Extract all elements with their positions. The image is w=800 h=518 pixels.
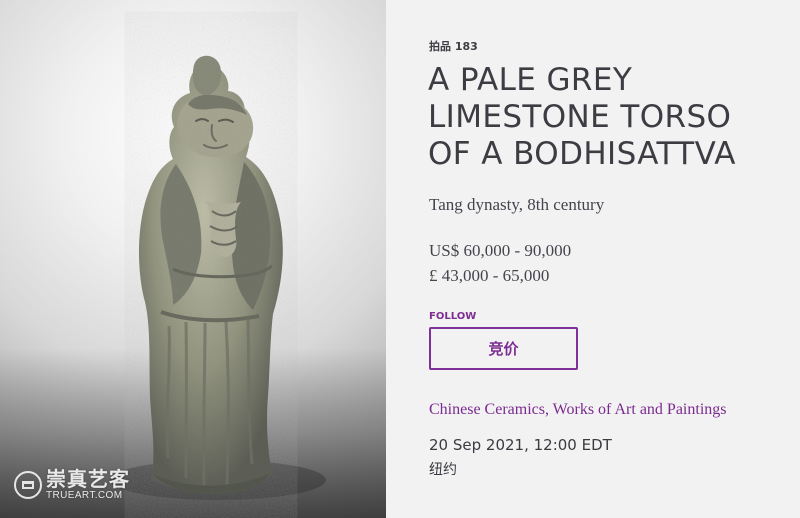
watermark-english-text: TRUEART.COM — [46, 490, 123, 501]
lot-title: A PALE GREY LIMESTONE TORSO OF A BODHISA… — [428, 62, 736, 172]
stone-figure — [138, 55, 283, 495]
trueart-logo-icon — [14, 471, 42, 499]
watermark-text: 崇真艺客 TRUEART.COM — [46, 469, 130, 501]
auction-lot-page: 崇真艺客 TRUEART.COM 拍品 183 A PALE GREY LIME… — [0, 0, 800, 518]
follow-button[interactable]: FOLLOW — [429, 311, 476, 322]
estimate-usd: US$ 60,000 - 90,000 — [429, 241, 572, 260]
sale-link[interactable]: Chinese Ceramics, Works of Art and Paint… — [429, 401, 727, 419]
trueart-watermark: 崇真艺客 TRUEART.COM — [14, 469, 130, 501]
watermark-chinese-text: 崇真艺客 — [46, 467, 130, 491]
sale-date: 20 Sep 2021, 12:00 EDT — [429, 436, 612, 454]
lot-number: 拍品 183 — [429, 40, 478, 53]
bid-button[interactable]: 竞价 — [429, 327, 578, 370]
estimate-gbp: £ 43,000 - 65,000 — [429, 266, 550, 285]
estimate-block: US$ 60,000 - 90,000 £ 43,000 - 65,000 — [429, 238, 571, 288]
lot-image-panel: 崇真艺客 TRUEART.COM — [0, 0, 386, 518]
lot-details-panel: 拍品 183 A PALE GREY LIMESTONE TORSO OF A … — [386, 0, 800, 518]
lot-period: Tang dynasty, 8th century — [429, 195, 605, 214]
sale-location: 纽约 — [429, 462, 457, 478]
bodhisattva-sculpture-image — [110, 55, 326, 500]
